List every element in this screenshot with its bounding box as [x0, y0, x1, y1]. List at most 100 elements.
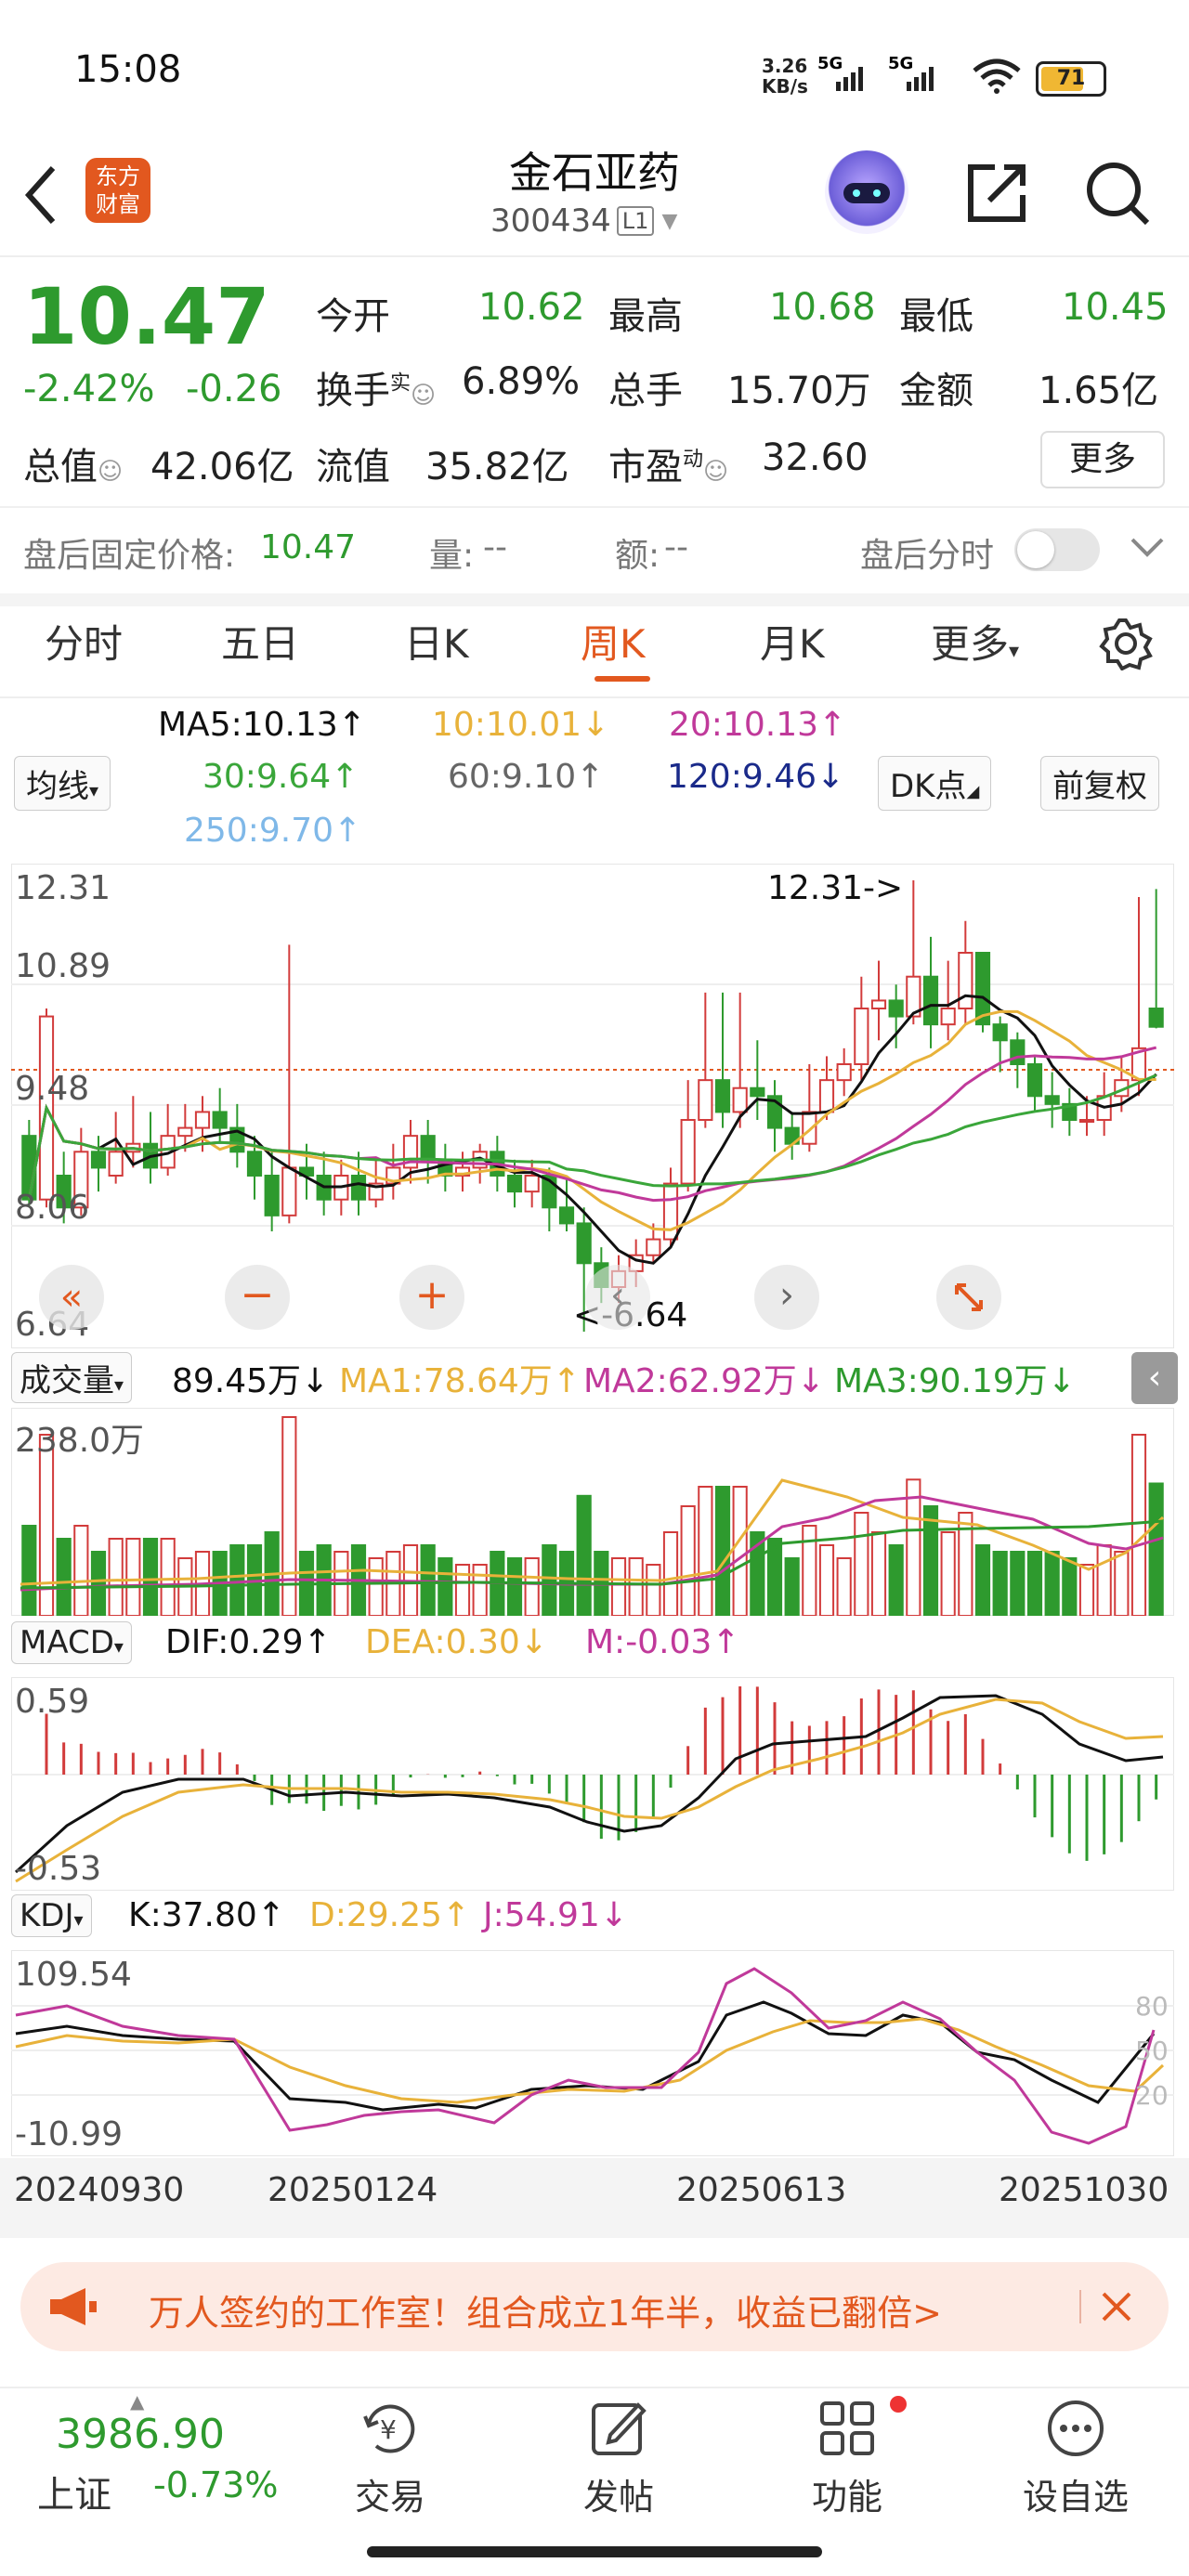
settings-gear-icon[interactable] [1099, 617, 1153, 674]
scroll-left-button[interactable]: ‹ [585, 1265, 650, 1330]
ah-amount-label: 额: [615, 537, 660, 575]
price-adjust-button[interactable]: 前复权 [1040, 756, 1159, 811]
macd-dea: DEA:0.30↓ [365, 1623, 548, 1661]
fullscreen-icon[interactable] [936, 1265, 1001, 1330]
date-label-4: 20251030 [999, 2171, 1169, 2209]
signal-icon: 5G 5G [817, 54, 966, 98]
kline-chart[interactable]: 12.31 10.89 9.48 8.06 6.64 12.31-> <-6.6… [11, 864, 1174, 1348]
volume-bar [1010, 1551, 1026, 1616]
date-label-2: 20250124 [268, 2171, 438, 2209]
candle [1062, 1087, 1078, 1137]
volume-bar [21, 1525, 37, 1616]
high-label: 最高 [608, 295, 683, 338]
volume-current: 89.45万↓ [172, 1362, 330, 1400]
volume-bar [281, 1416, 297, 1616]
tab-intraday[interactable]: 分时 [45, 613, 123, 670]
ma-legend: MA5:10.13↑ 10:10.01↓ 20:10.13↑ 均线▾ 30:9.… [0, 698, 1189, 861]
after-hours-toggle-label: 盘后分时 [860, 537, 995, 575]
tab-weekly-k[interactable]: 周K [581, 613, 646, 670]
turnover-label[interactable]: 换手实☺ [316, 360, 436, 414]
volume-selector[interactable]: 成交量▾ [11, 1352, 133, 1403]
index-ticker[interactable]: ▲ 3986.90 上证 -0.73% [37, 2390, 316, 2517]
share-icon[interactable] [961, 158, 1032, 232]
zoom-out-button[interactable]: − [225, 1265, 290, 1330]
candle [836, 1047, 852, 1097]
stock-code-row[interactable]: 300434 L1 ▼ [490, 202, 677, 240]
macd-selector[interactable]: MACD▾ [11, 1621, 132, 1664]
volume-bar [576, 1494, 592, 1616]
kdj-legend: KDJ▾ K:37.80↑ D:29.25↑ J:54.91↓ [0, 1894, 1189, 1950]
kdj-selector[interactable]: KDJ▾ [11, 1894, 92, 1937]
kdj-svg [11, 1950, 1174, 2156]
volume-bar [56, 1538, 72, 1616]
volume-bar [836, 1557, 852, 1616]
volume-legend: 成交量▾ 89.45万↓ MA1:78.64万↑ MA2:62.92万↓ MA3… [0, 1352, 1189, 1408]
robot-assistant-icon[interactable] [825, 150, 908, 234]
features-button[interactable]: 功能 [773, 2396, 921, 2519]
tab-daily-k[interactable]: 日K [404, 613, 469, 670]
pe-label[interactable]: 市盈动☺ [608, 436, 728, 490]
level-badge: L1 [616, 206, 655, 236]
search-icon[interactable] [1082, 158, 1153, 232]
candle [264, 1151, 280, 1231]
volume-bar [1130, 1434, 1147, 1616]
info-icon: ☺ [98, 458, 124, 486]
volume-bar [784, 1557, 800, 1616]
candle [454, 1151, 471, 1192]
volume-bar [524, 1557, 540, 1616]
kdj-axis-top: 109.54 [15, 1956, 132, 1994]
macd-dif: DIF:0.29↑ [165, 1623, 332, 1661]
trade-button[interactable]: ¥ 交易 [316, 2396, 464, 2519]
volume-bar [906, 1478, 921, 1616]
after-hours-toggle[interactable] [1014, 528, 1100, 571]
dk-point-button[interactable]: DK点◢ [878, 756, 992, 811]
kdj-j: J:54.91↓ [483, 1896, 628, 1934]
collapse-panel-button[interactable]: ‹ [1131, 1352, 1178, 1404]
index-change: -0.73% [153, 2465, 279, 2505]
promo-banner[interactable]: 万人签约的工作室！组合成立1年半，收益已翻倍> [20, 2262, 1169, 2351]
svg-text:5G: 5G [888, 54, 913, 73]
kdj-ref-50: 50 [1135, 2036, 1169, 2066]
volume-axis-top: 238.0万 [15, 1422, 145, 1460]
tab-more[interactable]: 更多▾ [931, 613, 1019, 670]
candle [802, 1064, 817, 1152]
mcap-value: 42.06亿 [150, 446, 294, 488]
volume-bar [542, 1544, 557, 1616]
volume-bar [90, 1551, 107, 1616]
tab-five-day[interactable]: 五日 [221, 613, 299, 670]
volume-bar [1148, 1482, 1164, 1616]
ah-amount-value: -- [664, 528, 688, 566]
kdj-axis-bottom: -10.99 [15, 2115, 124, 2153]
candle [229, 1103, 245, 1168]
more-button[interactable]: 更多 [1040, 431, 1165, 488]
volume-bar [662, 1531, 679, 1616]
turnover-value: 6.89% [462, 360, 581, 403]
volume-bar [818, 1544, 835, 1616]
volume-bar [680, 1505, 696, 1616]
volume-bar [160, 1538, 176, 1616]
last-price: 10.47 [23, 271, 270, 362]
volume-bar [940, 1531, 956, 1616]
chevron-down-icon[interactable] [1129, 534, 1166, 566]
svg-text:¥: ¥ [380, 2414, 397, 2445]
fixed-price-value: 10.47 [260, 528, 357, 566]
candle [750, 1040, 765, 1120]
mcap-label[interactable]: 总值☺ [23, 436, 123, 490]
megaphone-icon [46, 2286, 98, 2331]
open-value: 10.62 [478, 286, 585, 329]
scroll-right-button[interactable]: › [754, 1265, 819, 1330]
ma-selector[interactable]: 均线▾ [14, 756, 111, 811]
volume-bar [229, 1544, 245, 1616]
zoom-in-button[interactable]: + [399, 1265, 464, 1330]
date-axis: 20240930 20250124 20250613 20251030 [0, 2158, 1189, 2238]
post-button[interactable]: 发帖 [544, 2396, 693, 2519]
scroll-left-fast-button[interactable]: « [39, 1265, 104, 1330]
date-label-3: 20250613 [676, 2171, 847, 2209]
close-icon[interactable] [1098, 2288, 1135, 2329]
add-watchlist-button[interactable]: 设自选 [1001, 2396, 1150, 2519]
tab-monthly-k[interactable]: 月K [760, 613, 825, 670]
volume-bar [1078, 1564, 1095, 1616]
volume-label: 总手 [608, 370, 683, 412]
info-icon: ☺ [411, 382, 437, 410]
back-icon[interactable] [23, 163, 60, 231]
